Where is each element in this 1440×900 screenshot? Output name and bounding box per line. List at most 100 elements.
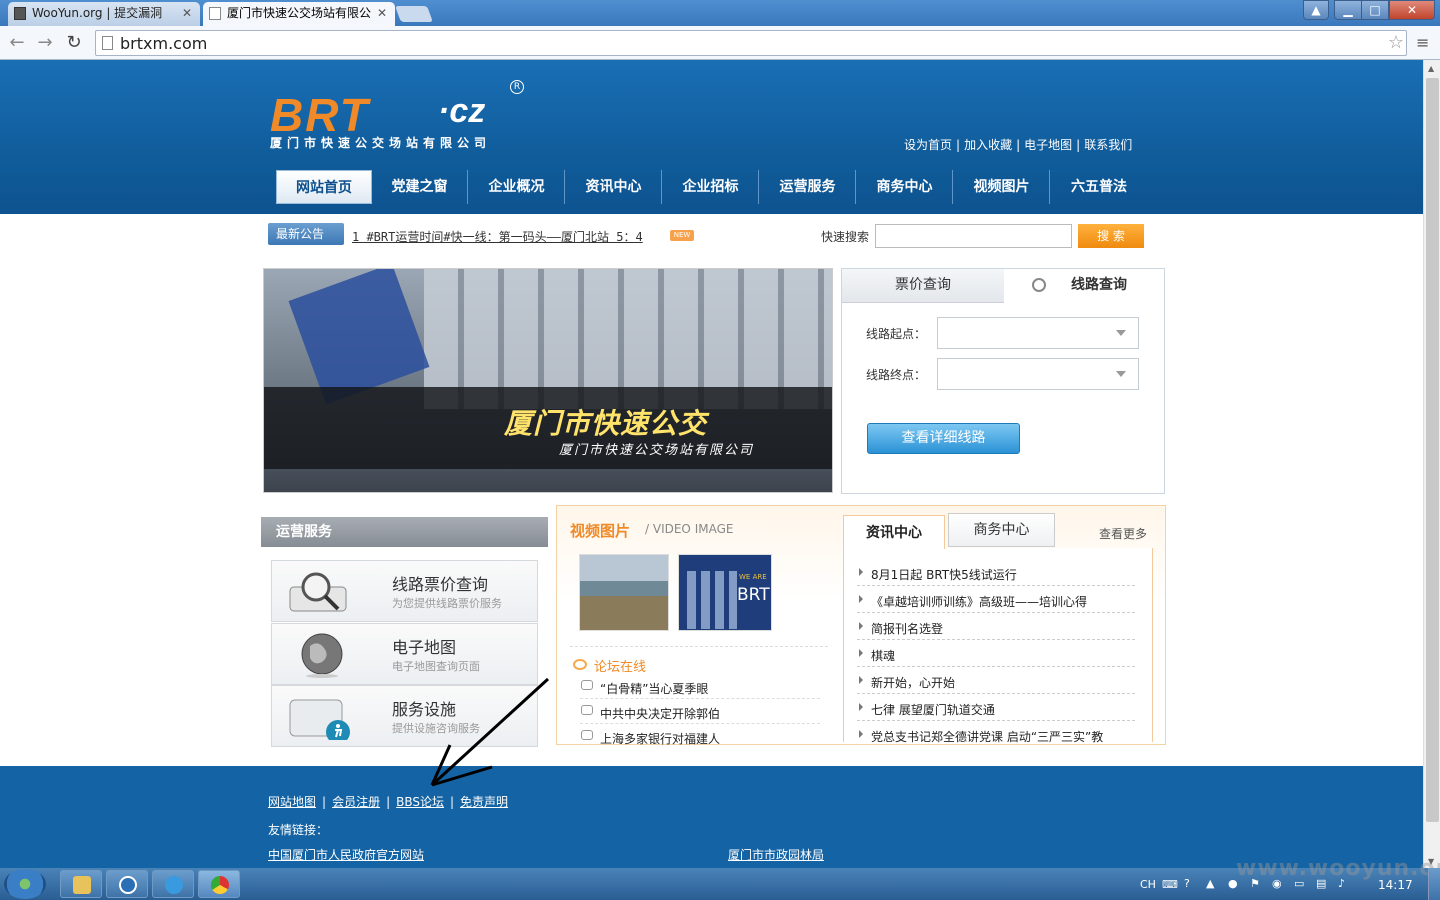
latest-notice-badge: 最新公告 <box>268 223 344 245</box>
divider <box>857 612 1135 613</box>
view-route-button[interactable]: 查看详细线路 <box>867 423 1020 454</box>
forum-item[interactable]: 上海多家银行对福建人 <box>600 730 720 747</box>
disclaimer-link[interactable]: 免责声明 <box>460 795 508 809</box>
news-item[interactable]: 简报刊名选登 <box>871 620 943 637</box>
bullet-arrow-icon <box>859 730 863 738</box>
nav-operations[interactable]: 运营服务 <box>760 170 856 204</box>
ops-item-fare[interactable]: 线路票价查询 为您提供线路票价服务 <box>271 560 538 622</box>
page-icon <box>102 36 113 50</box>
folder-icon <box>73 876 91 894</box>
url-text[interactable]: brtxm.com <box>120 34 207 53</box>
show-desktop-button[interactable] <box>1428 868 1440 900</box>
e-map-link[interactable]: 电子地图 <box>1024 138 1072 152</box>
news-item[interactable]: 棋魂 <box>871 647 895 664</box>
scrollbar-thumb[interactable] <box>1426 78 1439 822</box>
close-window-button[interactable]: ✕ <box>1389 0 1435 20</box>
ops-services-title: 运营服务 <box>261 517 548 547</box>
nav-law[interactable]: 六五普法 <box>1051 170 1147 204</box>
tab-close-icon[interactable]: ✕ <box>182 2 192 24</box>
forward-arrow-icon[interactable]: → <box>34 32 56 54</box>
user-icon[interactable]: ▲ <box>1303 0 1329 20</box>
taskbar-ie[interactable] <box>152 870 194 898</box>
banner-image[interactable]: 厦门市快速公交 厦门市快速公交场站有限公司 <box>263 268 833 493</box>
clock[interactable]: 14:17 <box>1378 878 1413 892</box>
nav-business[interactable]: 商务中心 <box>857 170 953 204</box>
tab-close-icon[interactable]: ✕ <box>377 2 387 24</box>
tab-title: 厦门市快速公交场站有限公 <box>227 6 372 20</box>
ie-icon <box>165 876 183 894</box>
route-start-select[interactable] <box>937 317 1139 349</box>
start-button[interactable] <box>4 869 46 899</box>
tray-expand-icon[interactable]: ▲ <box>1206 877 1214 890</box>
notice-link[interactable]: 1 #BRT运营时间#快一线：第一码头——厦门北站 5：4 <box>352 228 643 245</box>
forum-item[interactable]: “白骨精”当心夏季眼 <box>600 680 708 697</box>
help-icon[interactable]: ? <box>1184 877 1190 890</box>
news-item[interactable]: 七律 展望厦门轨道交通 <box>871 701 995 718</box>
search-input[interactable] <box>875 224 1072 248</box>
scroll-up-icon[interactable]: ▲ <box>1428 64 1434 73</box>
comment-icon <box>581 680 593 690</box>
sitemap-link[interactable]: 网站地图 <box>268 795 316 809</box>
chevron-down-icon <box>1116 330 1126 336</box>
new-tab-button[interactable] <box>395 6 433 22</box>
route-end-select[interactable] <box>937 358 1139 390</box>
ops-item-desc: 为您提供线路票价服务 <box>392 597 502 610</box>
annotation-arrow-icon <box>430 677 550 787</box>
divider <box>857 585 1135 586</box>
bookmark-star-icon[interactable]: ☆ <box>1388 32 1404 53</box>
nav-overview[interactable]: 企业概况 <box>469 170 565 204</box>
contact-us-link[interactable]: 联系我们 <box>1084 138 1132 152</box>
bullet-arrow-icon <box>859 703 863 711</box>
video-thumbnail[interactable] <box>579 554 669 631</box>
nav-news[interactable]: 资讯中心 <box>566 170 662 204</box>
more-link[interactable]: 查看更多 <box>1099 525 1147 542</box>
taskbar-chrome[interactable] <box>198 870 240 898</box>
news-item[interactable]: 8月1日起 BRT快5线试运行 <box>871 566 1017 583</box>
logo-cz[interactable]: ·cz <box>438 92 485 131</box>
tab-fare-query[interactable]: 票价查询 <box>842 269 1004 303</box>
register-link[interactable]: 会员注册 <box>332 795 380 809</box>
back-arrow-icon[interactable]: ← <box>6 32 28 54</box>
tab-business-center[interactable]: 商务中心 <box>948 513 1055 547</box>
keyboard-icon[interactable]: ⌨ <box>1162 878 1178 891</box>
minimize-button[interactable]: ▁ <box>1334 0 1362 20</box>
divider <box>570 646 828 647</box>
friend-link[interactable]: 厦门市市政园林局 <box>728 846 824 863</box>
nav-video[interactable]: 视频图片 <box>954 170 1050 204</box>
bullet-arrow-icon <box>859 568 863 576</box>
set-homepage-link[interactable]: 设为首页 <box>904 138 952 152</box>
nav-bidding[interactable]: 企业招标 <box>663 170 759 204</box>
browser-tab-brtxm[interactable]: 厦门市快速公交场站有限公 ✕ <box>203 2 395 26</box>
globe-icon <box>301 633 343 678</box>
logo-subtitle: 厦门市快速公交场站有限公司 <box>270 136 492 150</box>
language-indicator[interactable]: CH <box>1140 878 1156 891</box>
comment-icon <box>581 705 593 715</box>
friend-link[interactable]: 中国厦门市人民政府官方网站 <box>268 846 424 863</box>
search-button[interactable]: 搜 索 <box>1078 224 1144 248</box>
forum-item[interactable]: 中共中央决定开除郭伯 <box>600 705 720 722</box>
bbs-link[interactable]: BBS论坛 <box>396 795 444 809</box>
tab-title: WooYun.org | 提交漏洞 <box>32 6 163 20</box>
news-item[interactable]: 党总支书记郑全德讲党课 启动“三严三实”教 <box>871 728 1103 745</box>
nav-party[interactable]: 党建之窗 <box>372 170 468 204</box>
maximize-button[interactable]: □ <box>1361 0 1389 20</box>
browser-tab-wooyun[interactable]: WooYun.org | 提交漏洞 ✕ <box>8 2 200 26</box>
bullet-arrow-icon <box>859 649 863 657</box>
news-item[interactable]: 新开始，心开始 <box>871 674 955 691</box>
thumb-caption-small: WE ARE <box>739 573 767 581</box>
tab-route-query[interactable]: 线路查询 <box>1004 269 1164 303</box>
nav-home[interactable]: 网站首页 <box>276 170 372 204</box>
add-favorite-link[interactable]: 加入收藏 <box>964 138 1012 152</box>
news-item[interactable]: 《卓越培训师训练》高级班——培训心得 <box>871 593 1087 610</box>
tab-news-center[interactable]: 资讯中心 <box>843 515 945 549</box>
taskbar-app[interactable] <box>106 870 148 898</box>
reload-icon[interactable]: ↻ <box>63 32 85 54</box>
address-bar[interactable]: brtxm.com ☆ <box>95 30 1407 56</box>
divider <box>857 693 1135 694</box>
forum-title[interactable]: 论坛在线 <box>594 656 646 675</box>
page-scrollbar[interactable]: ▲ ▼ <box>1423 60 1440 868</box>
taskbar-explorer[interactable] <box>60 870 102 898</box>
video-thumbnail[interactable]: WE ARE BRT <box>678 554 772 631</box>
video-section-title[interactable]: 视频图片 <box>570 520 630 541</box>
menu-icon[interactable]: ≡ <box>1416 34 1434 52</box>
